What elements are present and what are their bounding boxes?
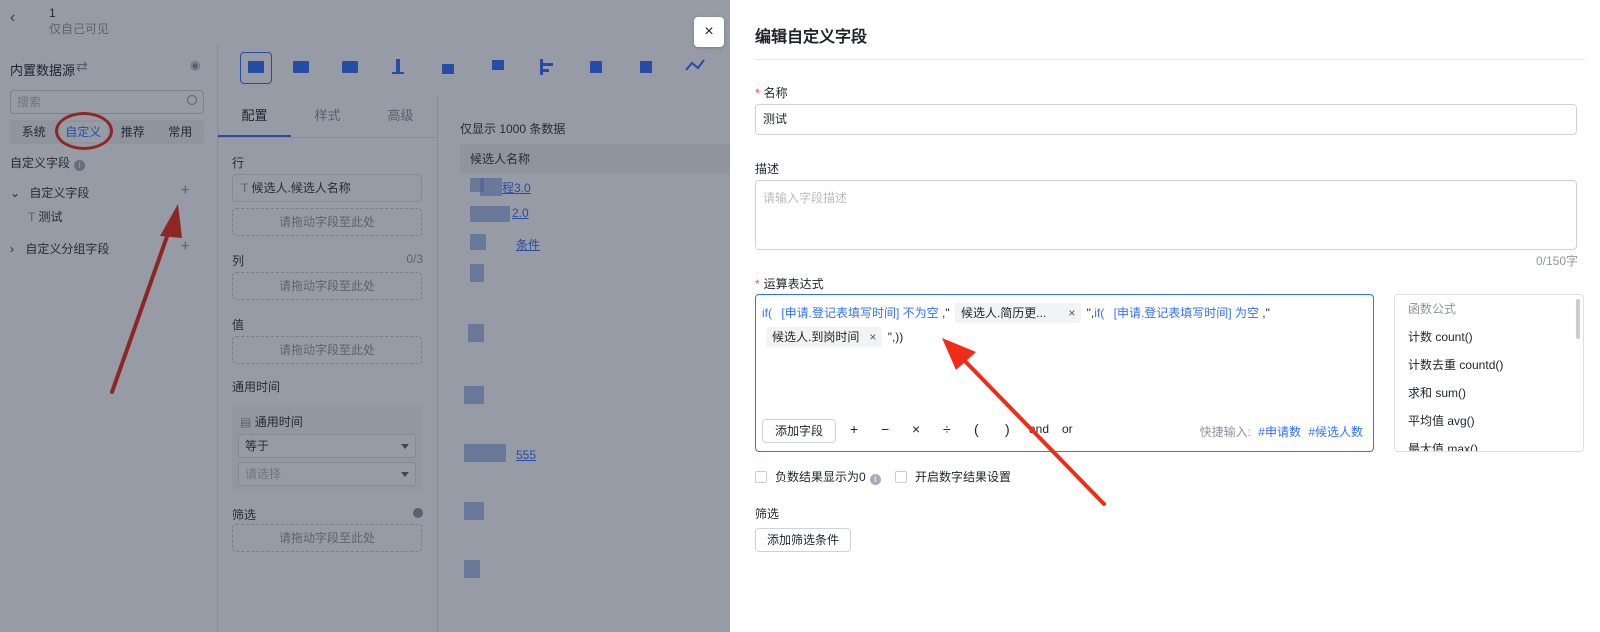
modal-overlay[interactable] (0, 0, 730, 632)
close-button[interactable]: × (694, 17, 724, 47)
edit-custom-field-drawer: 编辑自定义字段 * 名称 测试 描述 请输入字段描述 0/150字 * 运算表达式 … (730, 0, 1600, 632)
annotation-arrow (942, 338, 1106, 506)
background-app: ‹ 1 仅自己可见 内置数据源 ⇄ ◉ 搜索 系统 自定义 推荐 常用 自定义字… (0, 0, 730, 632)
